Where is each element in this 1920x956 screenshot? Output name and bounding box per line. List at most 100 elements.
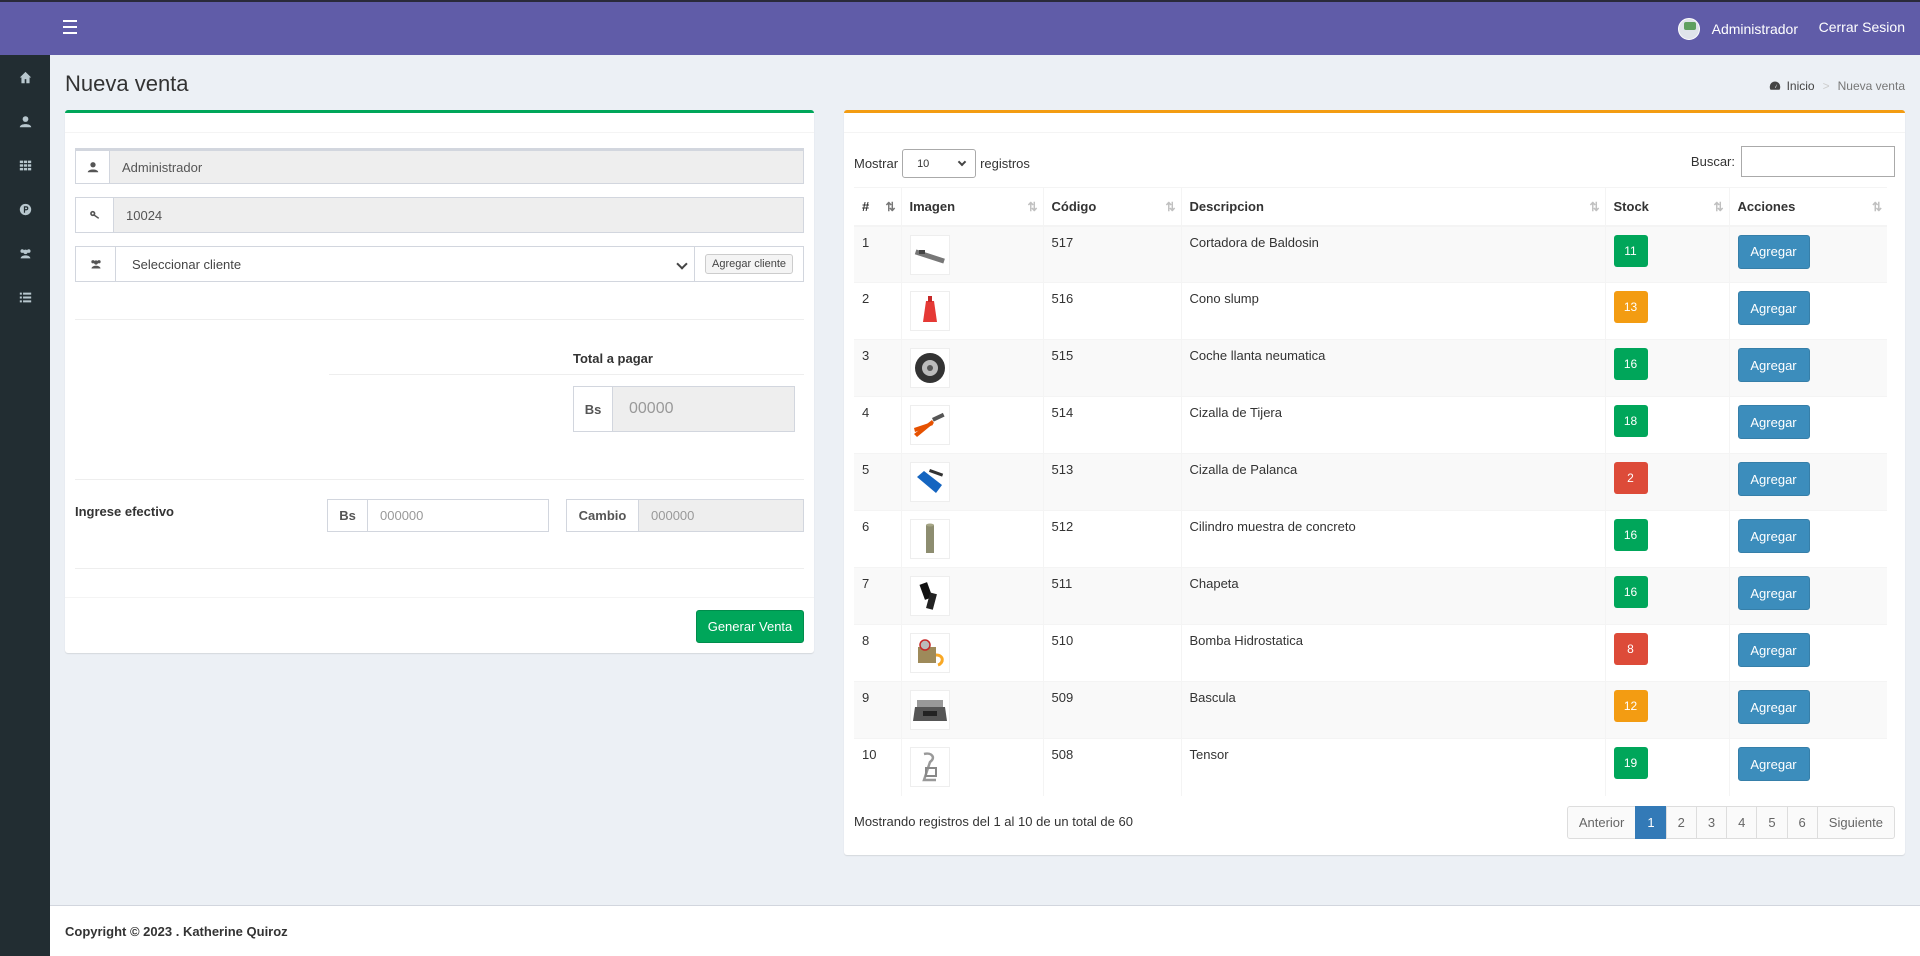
seller-input[interactable]: Administrador [110,151,804,184]
row-actions-cell: Agregar [1728,681,1887,739]
search-label: Buscar: [1690,154,1735,169]
add-product-button[interactable]: Agregar [1737,690,1810,724]
add-product-button[interactable]: Agregar [1737,405,1810,439]
column-header-stock[interactable]: Stock ⇅ [1604,187,1729,227]
change-label: Cambio [566,499,639,532]
row-number: 10 [854,738,901,796]
breadcrumb: Inicio > Nueva venta [1769,79,1905,93]
stock-badge: 2 [1613,462,1648,494]
sidebar-item-home[interactable] [0,55,50,99]
user-menu[interactable]: Administrador [1677,18,1798,40]
row-actions-cell: Agregar [1728,339,1887,397]
row-code: 513 [1042,453,1181,511]
row-stock-cell: 16 [1604,510,1729,568]
add-product-button[interactable]: Agregar [1737,519,1810,553]
grid-icon [19,160,31,170]
row-number: 4 [854,396,901,454]
row-number: 3 [854,339,901,397]
column-header-image[interactable]: Imagen ⇅ [900,187,1043,227]
row-code: 508 [1042,738,1181,796]
table-info: Mostrando registros del 1 al 10 de un to… [854,814,1133,829]
menu-toggle-icon[interactable] [63,20,77,34]
users-icon [19,248,31,258]
add-product-button[interactable]: Agregar [1737,234,1810,269]
sidebar-item-clients[interactable] [0,231,50,275]
row-number: 8 [854,624,901,682]
add-product-button[interactable]: Agregar [1737,576,1810,610]
row-description: Bomba Hidrostatica [1180,624,1605,682]
sidebar-item-user[interactable] [0,99,50,143]
pagination-page-4[interactable]: 4 [1726,806,1758,839]
row-stock-cell: 16 [1604,339,1729,397]
user-name: Administrador [1711,21,1798,37]
add-product-button[interactable]: Agregar [1737,747,1810,781]
pagination-next[interactable]: Siguiente [1816,806,1895,839]
seller-field: Administrador [75,148,804,184]
generate-sale-button[interactable]: Generar Venta [696,610,804,643]
breadcrumb-home[interactable]: Inicio [1769,79,1815,93]
stock-badge: 16 [1613,348,1648,380]
add-product-button[interactable]: Agregar [1737,291,1810,325]
pagination-page-1[interactable]: 1 [1635,806,1667,839]
add-product-button[interactable]: Agregar [1737,633,1810,667]
logout-link[interactable]: Cerrar Sesion [1819,19,1905,35]
entries-select[interactable]: 10 [902,149,977,178]
table-row: 9 509 Bascula 12 Agregar [854,681,1887,739]
total-input[interactable]: 00000 [613,386,795,432]
column-header-num[interactable]: # ⇅ [854,187,901,227]
row-actions-cell: Agregar [1728,396,1887,454]
row-code: 515 [1042,339,1181,397]
cash-field: Bs 000000 [327,499,549,532]
entries-select-value: 10 [917,157,930,170]
dashboard-icon [1769,81,1780,90]
show-label: Mostrar [854,156,899,171]
sidebar [0,55,50,956]
search-input[interactable] [1741,146,1895,177]
pagination-prev[interactable]: Anterior [1566,806,1637,839]
breadcrumb-home-label: Inicio [1786,79,1815,93]
pagination-page-5[interactable]: 5 [1756,806,1788,839]
client-field: Seleccionar cliente Agregar cliente [75,246,804,282]
column-header-code[interactable]: Código ⇅ [1042,187,1181,227]
table-row: 8 510 Bomba Hidrostatica 8 Agregar [854,624,1887,682]
pagination-page-3[interactable]: 3 [1695,806,1728,839]
row-description: Tensor [1180,738,1605,796]
sidebar-item-categories[interactable] [0,143,50,187]
top-navbar: Administrador Cerrar Sesion [0,0,1920,55]
pump-icon [909,633,950,673]
add-client-wrapper: Agregar cliente [695,246,804,282]
page-title: Nueva venta [65,71,189,96]
pagination-page-2[interactable]: 2 [1665,806,1697,839]
column-header-description[interactable]: Descripcion ⇅ [1180,187,1605,227]
sidebar-item-products[interactable] [0,187,50,231]
cash-input[interactable]: 000000 [368,499,549,532]
total-currency: Bs [573,386,613,432]
row-stock-cell: 11 [1604,225,1729,283]
sidebar-item-sales[interactable] [0,275,50,319]
row-stock-cell: 12 [1604,681,1729,739]
row-description: Cilindro muestra de concreto [1180,510,1605,568]
home-icon [19,71,31,83]
client-select[interactable]: Seleccionar cliente [116,246,695,282]
tile-cutter-icon [909,234,950,275]
products-box: Mostrar 10 registros Buscar: # ⇅ Imagen ⇅ … [844,110,1905,855]
row-code: 516 [1042,282,1181,340]
add-product-button[interactable]: Agregar [1737,348,1810,382]
clamp-icon [909,576,950,616]
change-input[interactable]: 000000 [639,499,804,532]
table-search: Buscar: [1691,146,1895,177]
row-description: Cortadora de Baldosin [1180,225,1605,283]
row-image-cell [900,510,1043,568]
row-image-cell [900,681,1043,739]
footer: Copyright © 2023 . Katherine Quiroz [50,905,1920,956]
row-code: 511 [1042,567,1181,625]
sale-form-box: Administrador 10024 Seleccionar cliente … [65,110,814,653]
add-product-button[interactable]: Agregar [1737,462,1810,496]
add-client-button[interactable]: Agregar cliente [705,254,793,274]
stock-badge: 16 [1613,519,1648,551]
table-row: 1 517 Cortadora de Baldosin 11 Agregar [854,225,1887,283]
sale-code-input[interactable]: 10024 [114,197,804,233]
slump-cone-icon [909,291,950,331]
pagination-page-6[interactable]: 6 [1786,806,1818,839]
column-header-actions[interactable]: Acciones ⇅ [1728,187,1887,227]
